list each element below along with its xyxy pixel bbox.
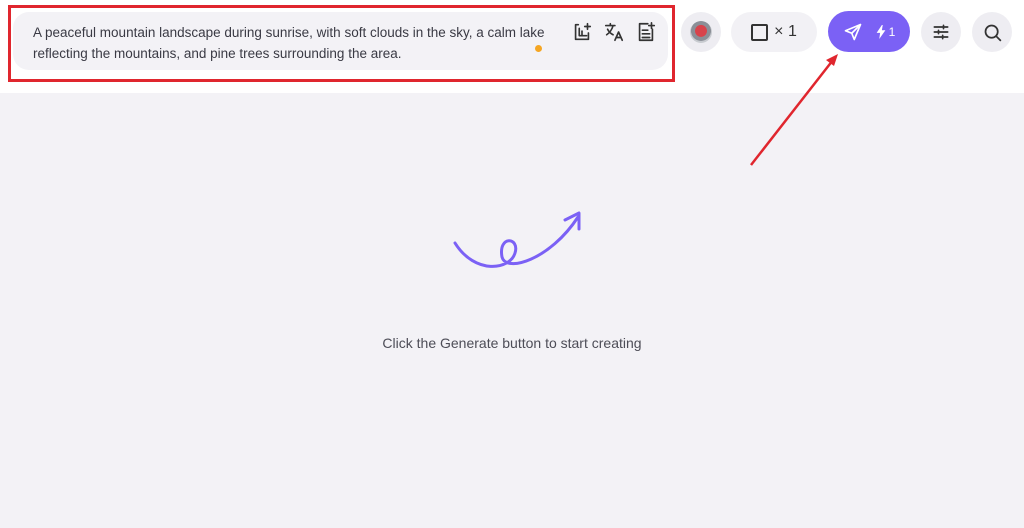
- square-icon: [751, 23, 769, 41]
- swirl-arrow-illustration: [453, 211, 581, 268]
- top-bar: A peaceful mountain landscape during sun…: [0, 0, 1024, 93]
- send-icon: [844, 23, 861, 40]
- search-button[interactable]: [972, 12, 1012, 52]
- prompt-highlight-box: [8, 5, 675, 82]
- generate-button[interactable]: 1: [828, 11, 910, 52]
- image-count-label: × 1: [774, 23, 797, 40]
- sliders-icon: [933, 24, 949, 40]
- style-thumbnail-button[interactable]: [681, 12, 721, 52]
- search-icon: [984, 24, 1001, 41]
- style-thumbnail-image: [690, 21, 712, 43]
- image-count-selector[interactable]: × 1: [731, 12, 817, 52]
- generate-cost: 1: [875, 24, 896, 39]
- settings-button[interactable]: [921, 12, 961, 52]
- generate-cost-label: 1: [888, 24, 896, 39]
- canvas-area: [0, 93, 1024, 528]
- empty-state-message: Click the Generate button to start creat…: [382, 335, 642, 351]
- lightning-icon: [876, 24, 886, 39]
